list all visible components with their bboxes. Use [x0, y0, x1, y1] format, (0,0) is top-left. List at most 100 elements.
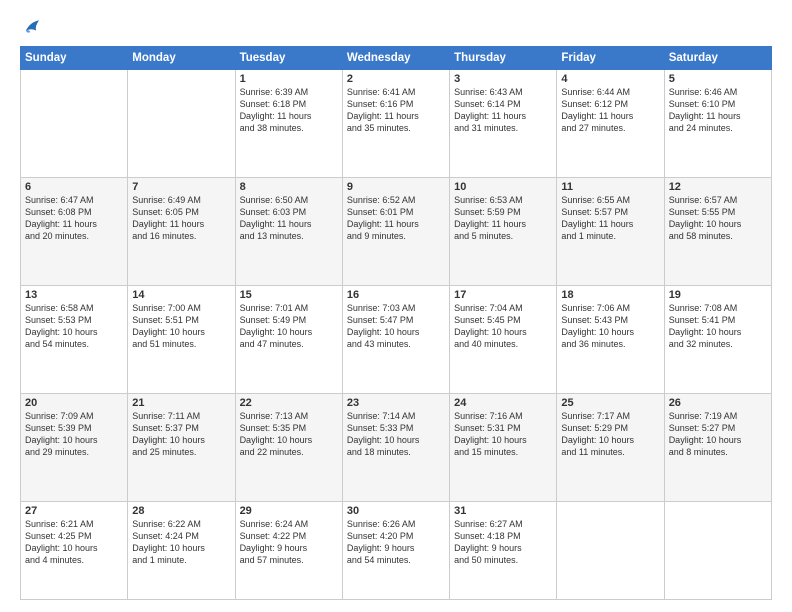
calendar-day-cell: 18Sunrise: 7:06 AM Sunset: 5:43 PM Dayli…: [557, 285, 664, 393]
calendar-day-cell: 14Sunrise: 7:00 AM Sunset: 5:51 PM Dayli…: [128, 285, 235, 393]
day-info: Sunrise: 7:03 AM Sunset: 5:47 PM Dayligh…: [347, 302, 445, 351]
day-number: 4: [561, 73, 659, 85]
day-info: Sunrise: 6:57 AM Sunset: 5:55 PM Dayligh…: [669, 194, 767, 243]
day-number: 26: [669, 397, 767, 409]
day-number: 13: [25, 289, 123, 301]
calendar-day-cell: 25Sunrise: 7:17 AM Sunset: 5:29 PM Dayli…: [557, 393, 664, 501]
day-number: 10: [454, 181, 552, 193]
calendar-header-cell: Monday: [128, 47, 235, 70]
calendar-header-cell: Thursday: [450, 47, 557, 70]
calendar-week-row: 13Sunrise: 6:58 AM Sunset: 5:53 PM Dayli…: [21, 285, 772, 393]
logo-icon: [20, 16, 42, 38]
day-number: 31: [454, 505, 552, 517]
calendar-day-cell: 6Sunrise: 6:47 AM Sunset: 6:08 PM Daylig…: [21, 177, 128, 285]
day-info: Sunrise: 6:44 AM Sunset: 6:12 PM Dayligh…: [561, 86, 659, 135]
day-number: 19: [669, 289, 767, 301]
day-info: Sunrise: 7:09 AM Sunset: 5:39 PM Dayligh…: [25, 410, 123, 459]
day-info: Sunrise: 7:19 AM Sunset: 5:27 PM Dayligh…: [669, 410, 767, 459]
day-number: 14: [132, 289, 230, 301]
day-number: 28: [132, 505, 230, 517]
page: SundayMondayTuesdayWednesdayThursdayFrid…: [0, 0, 792, 612]
calendar-week-row: 1Sunrise: 6:39 AM Sunset: 6:18 PM Daylig…: [21, 70, 772, 178]
calendar-day-cell: 9Sunrise: 6:52 AM Sunset: 6:01 PM Daylig…: [342, 177, 449, 285]
day-number: 2: [347, 73, 445, 85]
day-info: Sunrise: 7:13 AM Sunset: 5:35 PM Dayligh…: [240, 410, 338, 459]
day-info: Sunrise: 6:46 AM Sunset: 6:10 PM Dayligh…: [669, 86, 767, 135]
calendar-day-cell: 20Sunrise: 7:09 AM Sunset: 5:39 PM Dayli…: [21, 393, 128, 501]
calendar-week-row: 20Sunrise: 7:09 AM Sunset: 5:39 PM Dayli…: [21, 393, 772, 501]
calendar-header-cell: Wednesday: [342, 47, 449, 70]
day-number: 12: [669, 181, 767, 193]
day-number: 23: [347, 397, 445, 409]
calendar-day-cell: [664, 501, 771, 599]
day-number: 11: [561, 181, 659, 193]
calendar-day-cell: [21, 70, 128, 178]
calendar-day-cell: 26Sunrise: 7:19 AM Sunset: 5:27 PM Dayli…: [664, 393, 771, 501]
calendar-day-cell: 16Sunrise: 7:03 AM Sunset: 5:47 PM Dayli…: [342, 285, 449, 393]
calendar-day-cell: 19Sunrise: 7:08 AM Sunset: 5:41 PM Dayli…: [664, 285, 771, 393]
calendar-day-cell: 31Sunrise: 6:27 AM Sunset: 4:18 PM Dayli…: [450, 501, 557, 599]
day-info: Sunrise: 6:49 AM Sunset: 6:05 PM Dayligh…: [132, 194, 230, 243]
day-number: 3: [454, 73, 552, 85]
calendar-week-row: 6Sunrise: 6:47 AM Sunset: 6:08 PM Daylig…: [21, 177, 772, 285]
calendar-day-cell: 1Sunrise: 6:39 AM Sunset: 6:18 PM Daylig…: [235, 70, 342, 178]
calendar-day-cell: 5Sunrise: 6:46 AM Sunset: 6:10 PM Daylig…: [664, 70, 771, 178]
calendar-day-cell: 22Sunrise: 7:13 AM Sunset: 5:35 PM Dayli…: [235, 393, 342, 501]
calendar-day-cell: 28Sunrise: 6:22 AM Sunset: 4:24 PM Dayli…: [128, 501, 235, 599]
day-info: Sunrise: 6:52 AM Sunset: 6:01 PM Dayligh…: [347, 194, 445, 243]
day-number: 7: [132, 181, 230, 193]
day-number: 20: [25, 397, 123, 409]
calendar-table: SundayMondayTuesdayWednesdayThursdayFrid…: [20, 46, 772, 600]
calendar-day-cell: 13Sunrise: 6:58 AM Sunset: 5:53 PM Dayli…: [21, 285, 128, 393]
day-number: 18: [561, 289, 659, 301]
calendar-header-cell: Friday: [557, 47, 664, 70]
day-number: 24: [454, 397, 552, 409]
calendar-day-cell: 12Sunrise: 6:57 AM Sunset: 5:55 PM Dayli…: [664, 177, 771, 285]
day-number: 9: [347, 181, 445, 193]
calendar-day-cell: 4Sunrise: 6:44 AM Sunset: 6:12 PM Daylig…: [557, 70, 664, 178]
calendar-day-cell: [128, 70, 235, 178]
day-info: Sunrise: 6:21 AM Sunset: 4:25 PM Dayligh…: [25, 518, 123, 567]
day-number: 29: [240, 505, 338, 517]
calendar-day-cell: 7Sunrise: 6:49 AM Sunset: 6:05 PM Daylig…: [128, 177, 235, 285]
calendar-day-cell: 11Sunrise: 6:55 AM Sunset: 5:57 PM Dayli…: [557, 177, 664, 285]
day-info: Sunrise: 6:53 AM Sunset: 5:59 PM Dayligh…: [454, 194, 552, 243]
day-info: Sunrise: 6:22 AM Sunset: 4:24 PM Dayligh…: [132, 518, 230, 567]
day-number: 17: [454, 289, 552, 301]
day-info: Sunrise: 6:50 AM Sunset: 6:03 PM Dayligh…: [240, 194, 338, 243]
day-info: Sunrise: 7:01 AM Sunset: 5:49 PM Dayligh…: [240, 302, 338, 351]
calendar-header-cell: Saturday: [664, 47, 771, 70]
day-number: 6: [25, 181, 123, 193]
day-number: 16: [347, 289, 445, 301]
calendar-day-cell: 23Sunrise: 7:14 AM Sunset: 5:33 PM Dayli…: [342, 393, 449, 501]
calendar-day-cell: 27Sunrise: 6:21 AM Sunset: 4:25 PM Dayli…: [21, 501, 128, 599]
calendar-day-cell: 15Sunrise: 7:01 AM Sunset: 5:49 PM Dayli…: [235, 285, 342, 393]
day-number: 25: [561, 397, 659, 409]
calendar-header-cell: Tuesday: [235, 47, 342, 70]
day-info: Sunrise: 7:16 AM Sunset: 5:31 PM Dayligh…: [454, 410, 552, 459]
day-info: Sunrise: 6:47 AM Sunset: 6:08 PM Dayligh…: [25, 194, 123, 243]
day-info: Sunrise: 6:27 AM Sunset: 4:18 PM Dayligh…: [454, 518, 552, 567]
calendar-header-row: SundayMondayTuesdayWednesdayThursdayFrid…: [21, 47, 772, 70]
calendar-day-cell: [557, 501, 664, 599]
calendar-day-cell: 24Sunrise: 7:16 AM Sunset: 5:31 PM Dayli…: [450, 393, 557, 501]
day-info: Sunrise: 7:04 AM Sunset: 5:45 PM Dayligh…: [454, 302, 552, 351]
day-info: Sunrise: 7:00 AM Sunset: 5:51 PM Dayligh…: [132, 302, 230, 351]
header: [20, 16, 772, 38]
day-info: Sunrise: 6:43 AM Sunset: 6:14 PM Dayligh…: [454, 86, 552, 135]
calendar-day-cell: 29Sunrise: 6:24 AM Sunset: 4:22 PM Dayli…: [235, 501, 342, 599]
calendar-day-cell: 21Sunrise: 7:11 AM Sunset: 5:37 PM Dayli…: [128, 393, 235, 501]
day-number: 8: [240, 181, 338, 193]
calendar-day-cell: 3Sunrise: 6:43 AM Sunset: 6:14 PM Daylig…: [450, 70, 557, 178]
day-info: Sunrise: 7:17 AM Sunset: 5:29 PM Dayligh…: [561, 410, 659, 459]
day-info: Sunrise: 6:55 AM Sunset: 5:57 PM Dayligh…: [561, 194, 659, 243]
calendar-header-cell: Sunday: [21, 47, 128, 70]
calendar-day-cell: 10Sunrise: 6:53 AM Sunset: 5:59 PM Dayli…: [450, 177, 557, 285]
calendar-day-cell: 2Sunrise: 6:41 AM Sunset: 6:16 PM Daylig…: [342, 70, 449, 178]
day-info: Sunrise: 7:08 AM Sunset: 5:41 PM Dayligh…: [669, 302, 767, 351]
day-info: Sunrise: 7:11 AM Sunset: 5:37 PM Dayligh…: [132, 410, 230, 459]
day-number: 5: [669, 73, 767, 85]
day-info: Sunrise: 6:24 AM Sunset: 4:22 PM Dayligh…: [240, 518, 338, 567]
day-number: 21: [132, 397, 230, 409]
calendar-week-row: 27Sunrise: 6:21 AM Sunset: 4:25 PM Dayli…: [21, 501, 772, 599]
